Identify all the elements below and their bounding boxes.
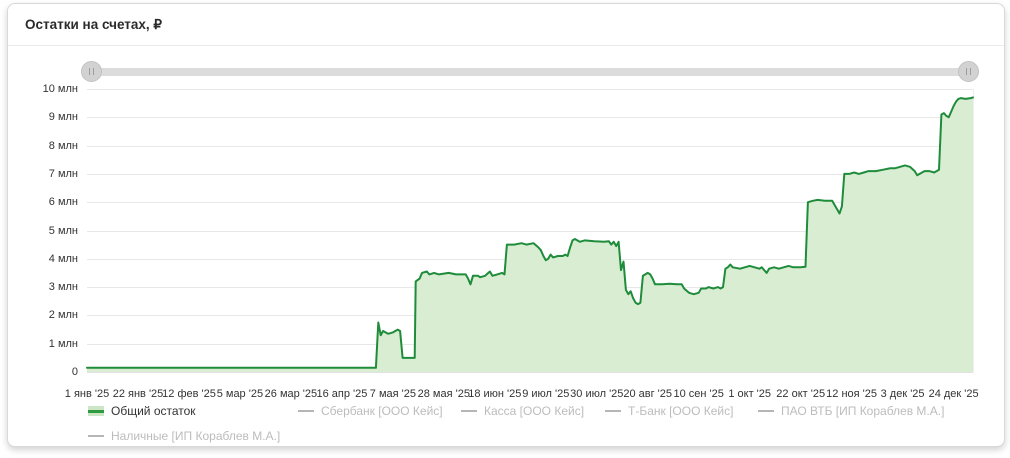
x-axis-label: 1 окт '25	[728, 388, 771, 400]
y-axis-label: 9 млн	[8, 111, 78, 123]
page-title: Остатки на счетах, ₽	[25, 17, 162, 33]
plot-right-border	[973, 89, 974, 372]
line-series-dash-icon	[605, 410, 621, 412]
x-axis-label: 3 дек '25	[881, 388, 925, 400]
y-axis-label: 3 млн	[8, 281, 78, 293]
y-axis-label: 0	[8, 366, 78, 378]
x-axis-label: 7 мая '25	[370, 388, 416, 400]
legend-item-inactive[interactable]: Т-Банк [ООО Кейс]	[605, 403, 733, 419]
x-axis-label: 12 ноя '25	[826, 388, 877, 400]
x-axis-label: 12 фев '25	[162, 388, 216, 400]
legend-item-label: Общий остаток	[111, 404, 196, 418]
legend-item-label: ПАО ВТБ [ИП Кораблев М.А.]	[781, 404, 944, 418]
y-axis-label: 6 млн	[8, 196, 78, 208]
y-axis-label: 5 млн	[8, 225, 78, 237]
x-axis-line	[87, 372, 973, 373]
legend-item-label: Сбербанк [ООО Кейс]	[321, 404, 443, 418]
legend-item-inactive[interactable]: Касса [ООО Кейс]	[461, 403, 584, 419]
legend-item-inactive[interactable]: Сбербанк [ООО Кейс]	[298, 403, 443, 419]
x-axis-label: 26 мар '25	[265, 388, 317, 400]
y-axis-label: 2 млн	[8, 309, 78, 321]
legend-item-label: Т-Банк [ООО Кейс]	[628, 404, 733, 418]
x-axis-label: 24 дек '25	[929, 388, 979, 400]
line-series-dash-icon	[461, 410, 477, 412]
area-series-swatch-icon	[88, 406, 104, 416]
x-axis-label: 22 окт '25	[776, 388, 825, 400]
y-axis-label: 10 млн	[8, 83, 78, 95]
grip-icon	[966, 68, 971, 75]
x-axis-label: 18 июн '25	[468, 388, 521, 400]
x-axis-label: 22 янв '25	[113, 388, 164, 400]
line-series-dash-icon	[758, 410, 774, 412]
line-series-dash-icon	[88, 435, 104, 437]
header-divider	[8, 45, 1004, 46]
x-axis-label: 10 сен '25	[673, 388, 723, 400]
legend-item-inactive[interactable]: Наличные [ИП Кораблев М.А.]	[88, 428, 280, 444]
y-axis-label: 7 млн	[8, 168, 78, 180]
line-series-dash-icon	[298, 410, 314, 412]
x-axis-label: 20 авг '25	[623, 388, 672, 400]
x-axis-label: 16 апр '25	[316, 388, 367, 400]
y-axis-label: 4 млн	[8, 253, 78, 265]
chart-plot-area[interactable]	[87, 89, 973, 372]
grip-icon	[89, 68, 94, 75]
y-axis-label: 1 млн	[8, 338, 78, 350]
series-area-fill	[87, 98, 973, 373]
legend-item-label: Касса [ООО Кейс]	[484, 404, 584, 418]
y-axis-label: 8 млн	[8, 140, 78, 152]
x-axis-label: 28 мая '25	[418, 388, 470, 400]
legend-item-active[interactable]: Общий остаток	[88, 403, 196, 419]
range-slider-right-handle[interactable]	[958, 61, 979, 82]
legend-item-label: Наличные [ИП Кораблев М.А.]	[111, 429, 280, 443]
x-axis-label: 1 янв '25	[65, 388, 109, 400]
x-axis-label: 30 июл '25	[570, 388, 623, 400]
legend-item-inactive[interactable]: ПАО ВТБ [ИП Кораблев М.А.]	[758, 403, 944, 419]
x-axis-label: 9 июл '25	[522, 388, 569, 400]
range-slider-track[interactable]	[92, 68, 970, 76]
range-slider-left-handle[interactable]	[81, 61, 102, 82]
x-axis-label: 5 мар '25	[217, 388, 263, 400]
balance-area-chart	[87, 89, 973, 372]
balances-card: Остатки на счетах, ₽ 0 1 млн 2 млн 3 млн 4 м…	[7, 3, 1005, 447]
